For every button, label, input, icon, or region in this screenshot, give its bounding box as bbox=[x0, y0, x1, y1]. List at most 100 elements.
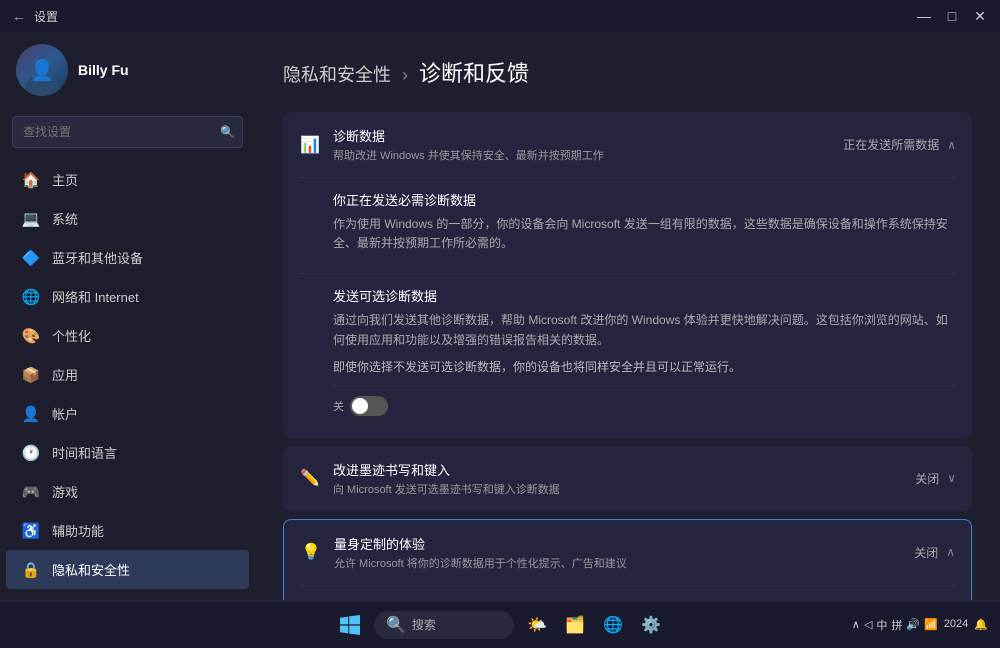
sidebar-item-accounts[interactable]: 👤 帐户 bbox=[6, 394, 249, 433]
tray-pinyin[interactable]: 拼 bbox=[891, 617, 902, 633]
sidebar-item-apps[interactable]: 📦 应用 bbox=[6, 355, 249, 394]
minimize-button[interactable]: — bbox=[916, 8, 932, 24]
user-name: Billy Fu bbox=[78, 62, 129, 78]
section-header-inking[interactable]: ✏️ 改进墨迹书写和键入 向 Microsoft 发送可选墨迹书写和键入诊断数据… bbox=[283, 446, 972, 511]
section-right-inking: 关闭 ∨ bbox=[915, 470, 956, 487]
subsection-title-diagnostic-data-0: 你正在发送必需诊断数据 bbox=[333, 190, 956, 209]
nav-icon-bluetooth: 🔷 bbox=[22, 249, 40, 267]
section-chevron-tailored: ∧ bbox=[946, 545, 955, 559]
subsection-tailored-0: 允许 Microsoft 使用你的诊断数据(不包括你所浏览的网站的相关信息)通过… bbox=[284, 586, 971, 600]
nav-icon-network: 🌐 bbox=[22, 288, 40, 306]
section-chevron-inking: ∨ bbox=[947, 471, 956, 485]
sidebar-item-system[interactable]: 💻 系统 bbox=[6, 199, 249, 238]
nav-icon-accessibility: ♿ bbox=[22, 522, 40, 540]
section-icon-tailored: 💡 bbox=[300, 541, 322, 563]
search-input[interactable] bbox=[12, 116, 243, 148]
taskbar-widget-icon[interactable]: 🌤️ bbox=[522, 610, 552, 640]
nav-label-personalization: 个性化 bbox=[52, 326, 91, 345]
breadcrumb-parent: 隐私和安全性 bbox=[283, 65, 391, 85]
section-right-diagnostic-data: 正在发送所需数据 ∧ bbox=[843, 136, 956, 153]
tray-volume[interactable]: 🔊 bbox=[906, 618, 920, 631]
sidebar-item-time[interactable]: 🕐 时间和语言 bbox=[6, 433, 249, 472]
sidebar: Billy Fu 🔍 🏠 主页 💻 系统 🔷 蓝牙和其他设备 🌐 网络和 Int… bbox=[0, 32, 255, 600]
nav-icon-accounts: 👤 bbox=[22, 405, 40, 423]
section-header-left-diagnostic-data: 📊 诊断数据 帮助改进 Windows 并使其保持安全、最新并按预期工作 bbox=[299, 126, 604, 163]
taskbar: 🔍 搜索 🌤️ 🗂️ 🌐 ⚙️ ∧ ◁ 中 拼 🔊 📶 2024 🔔 bbox=[0, 600, 1000, 648]
subsection-extra-diagnostic-data-1: 即使你选择不发送可选诊断数据，你的设备也将同样安全并且可以正常运行。 bbox=[333, 358, 956, 377]
section-icon-inking: ✏️ bbox=[299, 467, 321, 489]
nav-label-accounts: 帐户 bbox=[52, 404, 78, 423]
section-header-tailored[interactable]: 💡 量身定制的体验 允许 Microsoft 将你的诊断数据用于个性化提示、广告… bbox=[284, 520, 971, 585]
titlebar: ← 设置 — □ ✕ bbox=[0, 0, 1000, 32]
close-button[interactable]: ✕ bbox=[972, 8, 988, 24]
subsection-body-diagnostic-data-1: 通过向我们发送其他诊断数据，帮助 Microsoft 改进你的 Windows … bbox=[333, 311, 956, 349]
nav-icon-home: 🏠 bbox=[22, 171, 40, 189]
tray-ime[interactable]: 中 bbox=[876, 617, 887, 633]
section-status-tailored: 关闭 bbox=[914, 544, 938, 561]
section-sub-diagnostic-data: 帮助改进 Windows 并使其保持安全、最新并按预期工作 bbox=[333, 147, 604, 163]
taskbar-store-icon[interactable]: 🗂️ bbox=[560, 610, 590, 640]
nav-icon-apps: 📦 bbox=[22, 366, 40, 384]
sidebar-item-network[interactable]: 🌐 网络和 Internet bbox=[6, 277, 249, 316]
taskbar-settings-icon[interactable]: ⚙️ bbox=[636, 610, 666, 640]
back-button[interactable]: ← bbox=[12, 8, 26, 24]
sidebar-item-gaming[interactable]: 🎮 游戏 bbox=[6, 472, 249, 511]
section-header-diagnostic-data[interactable]: 📊 诊断数据 帮助改进 Windows 并使其保持安全、最新并按预期工作 正在发… bbox=[283, 112, 972, 177]
tray-arrow: ◁ bbox=[864, 618, 872, 631]
user-profile[interactable]: Billy Fu bbox=[0, 32, 255, 116]
nav-label-network: 网络和 Internet bbox=[52, 287, 139, 306]
taskbar-search-text: 搜索 bbox=[412, 616, 436, 633]
subsection-body-diagnostic-data-0: 作为使用 Windows 的一部分，你的设备会向 Microsoft 发送一组有… bbox=[333, 215, 956, 253]
tray-network[interactable]: 📶 bbox=[924, 618, 938, 631]
sidebar-item-home[interactable]: 🏠 主页 bbox=[6, 160, 249, 199]
content-area: 隐私和安全性 › 诊断和反馈 📊 诊断数据 帮助改进 Windows 并使其保持… bbox=[255, 32, 1000, 600]
search-icon: 🔍 bbox=[220, 125, 235, 139]
sidebar-item-accessibility[interactable]: ♿ 辅助功能 bbox=[6, 511, 249, 550]
section-header-left-tailored: 💡 量身定制的体验 允许 Microsoft 将你的诊断数据用于个性化提示、广告… bbox=[300, 534, 627, 571]
nav-label-accessibility: 辅助功能 bbox=[52, 521, 104, 540]
sections-container: 📊 诊断数据 帮助改进 Windows 并使其保持安全、最新并按预期工作 正在发… bbox=[283, 112, 972, 600]
section-icon-diagnostic-data: 📊 bbox=[299, 134, 321, 156]
breadcrumb-current: 诊断和反馈 bbox=[419, 61, 529, 86]
section-title-inking: 改进墨迹书写和键入 bbox=[333, 460, 560, 479]
subsection-diagnostic-data-1: 发送可选诊断数据 通过向我们发送其他诊断数据，帮助 Microsoft 改进你的… bbox=[283, 274, 972, 438]
tray-expand[interactable]: ∧ bbox=[852, 618, 860, 631]
toggle-wrap-diagnostic-data-1: 关 bbox=[333, 396, 388, 416]
notification-icon[interactable]: 🔔 bbox=[974, 618, 988, 631]
nav-label-time: 时间和语言 bbox=[52, 443, 117, 462]
section-header-left-inking: ✏️ 改进墨迹书写和键入 向 Microsoft 发送可选墨迹书写和键入诊断数据 bbox=[299, 460, 560, 497]
toggle-label-diagnostic-data-1: 关 bbox=[333, 398, 344, 414]
sidebar-item-windows-update[interactable]: 🔄 Windows 更新 bbox=[6, 589, 249, 600]
taskbar-center: 🔍 搜索 🌤️ 🗂️ 🌐 ⚙️ bbox=[334, 609, 666, 641]
nav-icon-privacy: 🔒 bbox=[22, 561, 40, 579]
sidebar-item-personalization[interactable]: 🎨 个性化 bbox=[6, 316, 249, 355]
taskbar-search[interactable]: 🔍 搜索 bbox=[374, 611, 514, 639]
nav-label-bluetooth: 蓝牙和其他设备 bbox=[52, 248, 143, 267]
taskbar-right: ∧ ◁ 中 拼 🔊 📶 2024 🔔 bbox=[852, 617, 988, 633]
section-sub-inking: 向 Microsoft 发送可选墨迹书写和键入诊断数据 bbox=[333, 481, 560, 497]
section-chevron-diagnostic-data: ∧ bbox=[947, 138, 956, 152]
search-box: 🔍 bbox=[12, 116, 243, 148]
taskbar-edge-icon[interactable]: 🌐 bbox=[598, 610, 628, 640]
maximize-button[interactable]: □ bbox=[944, 8, 960, 24]
time-display[interactable]: 2024 bbox=[944, 617, 968, 632]
section-title-group-diagnostic-data: 诊断数据 帮助改进 Windows 并使其保持安全、最新并按预期工作 bbox=[333, 126, 604, 163]
breadcrumb-separator: › bbox=[402, 65, 408, 85]
section-title-group-tailored: 量身定制的体验 允许 Microsoft 将你的诊断数据用于个性化提示、广告和建… bbox=[334, 534, 627, 571]
subsection-diagnostic-data-0: 你正在发送必需诊断数据 作为使用 Windows 的一部分，你的设备会向 Mic… bbox=[283, 178, 972, 273]
sidebar-item-bluetooth[interactable]: 🔷 蓝牙和其他设备 bbox=[6, 238, 249, 277]
nav-label-system: 系统 bbox=[52, 209, 78, 228]
avatar bbox=[16, 44, 68, 96]
time-text: 2024 bbox=[944, 617, 968, 632]
sidebar-item-privacy[interactable]: 🔒 隐私和安全性 bbox=[6, 550, 249, 589]
nav-icon-gaming: 🎮 bbox=[22, 483, 40, 501]
toggle-switch-diagnostic-data-1[interactable] bbox=[350, 396, 388, 416]
titlebar-controls: — □ ✕ bbox=[916, 8, 988, 24]
toggle-row-diagnostic-data-1: 关 bbox=[333, 385, 956, 426]
breadcrumb: 隐私和安全性 › 诊断和反馈 bbox=[283, 56, 972, 88]
windows-logo[interactable] bbox=[334, 609, 366, 641]
section-sub-tailored: 允许 Microsoft 将你的诊断数据用于个性化提示、广告和建议 bbox=[334, 555, 627, 571]
nav-label-home: 主页 bbox=[52, 170, 78, 189]
nav-list: 🏠 主页 💻 系统 🔷 蓝牙和其他设备 🌐 网络和 Internet 🎨 个性化… bbox=[0, 160, 255, 600]
section-title-tailored: 量身定制的体验 bbox=[334, 534, 627, 553]
